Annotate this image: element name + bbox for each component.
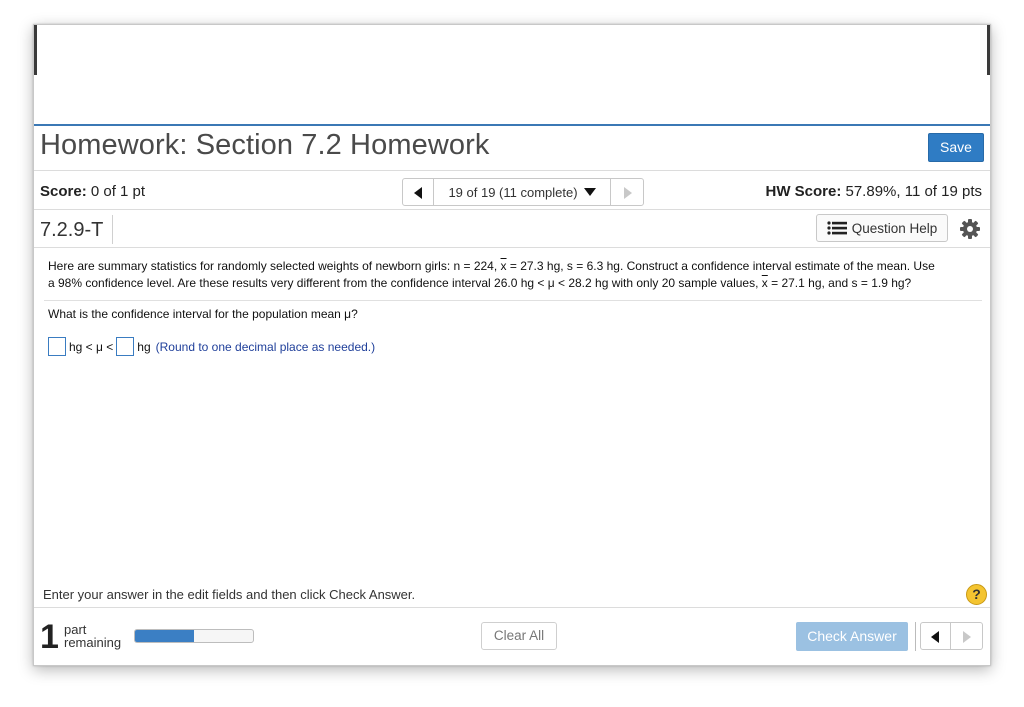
question-help-label: Question Help <box>851 220 938 236</box>
answer-middle-text: hg < μ < <box>69 339 114 354</box>
footer-previous-button[interactable] <box>920 622 951 650</box>
question-select-dropdown[interactable]: 19 of 19 (11 complete) <box>434 178 610 206</box>
score-label: Score: <box>40 183 87 200</box>
footer-separator <box>915 622 916 651</box>
question-text-part: = 27.1 hg, and s = 1.9 hg? <box>767 276 912 290</box>
clear-all-button[interactable]: Clear All <box>481 622 557 650</box>
save-button[interactable]: Save <box>928 133 984 162</box>
rounding-hint: (Round to one decimal place as needed.) <box>155 339 376 354</box>
progress-fill <box>135 630 194 642</box>
remaining-word: remaining <box>64 635 122 650</box>
hw-score-label: HW Score: <box>765 183 842 200</box>
parts-remaining-label: part remaining <box>64 623 121 649</box>
progress-bar <box>134 629 254 643</box>
divider <box>34 209 990 210</box>
question-text-part: Here are summary statistics for randomly… <box>48 259 501 273</box>
page-title: Homework: Section 7.2 Homework <box>40 129 490 161</box>
question-id-separator <box>112 215 113 244</box>
question-id: 7.2.9-T <box>40 219 104 241</box>
gear-icon[interactable] <box>959 218 981 240</box>
hw-score-value: 57.89%, 11 of 19 pts <box>845 183 983 200</box>
parts-remaining-count: 1 <box>40 618 59 656</box>
footer-next-button[interactable] <box>951 622 983 650</box>
divider <box>34 607 990 608</box>
list-icon <box>827 221 847 235</box>
help-question-icon[interactable]: ? <box>966 584 987 605</box>
question-text-part: a 98% confidence level. Are these result… <box>48 276 762 290</box>
instruction-text: Enter your answer in the edit fields and… <box>43 587 416 602</box>
answer-unit-text: hg <box>137 339 151 354</box>
score-value: 0 of 1 pt <box>90 183 146 200</box>
question-line-1: Here are summary statistics for randomly… <box>48 258 976 275</box>
homework-window: Homework: Section 7.2 Homework Save Scor… <box>33 24 991 666</box>
check-answer-button[interactable]: Check Answer <box>796 622 908 651</box>
upper-bound-input[interactable] <box>116 337 135 356</box>
question-line-2: a 98% confidence level. Are these result… <box>48 275 976 292</box>
question-help-button[interactable]: Question Help <box>816 214 948 242</box>
caret-down-icon <box>583 188 596 196</box>
question-position: 19 of 19 (11 complete) <box>448 184 578 200</box>
question-text: Here are summary statistics for randomly… <box>48 258 976 292</box>
score: Score: 0 of 1 pt <box>40 183 145 200</box>
divider <box>34 247 990 248</box>
divider <box>34 170 990 171</box>
next-question-button[interactable] <box>610 178 644 206</box>
question-prompt: What is the confidence interval for the … <box>48 307 358 321</box>
previous-question-button[interactable] <box>402 178 434 206</box>
hw-score: HW Score: 57.89%, 11 of 19 pts <box>765 183 982 200</box>
lower-bound-input[interactable] <box>48 337 66 356</box>
question-divider <box>44 300 982 301</box>
window-edge-left <box>34 25 37 75</box>
question-text-part: = 27.3 hg, s = 6.3 hg. Construct a confi… <box>506 259 935 273</box>
window-edge-right <box>987 25 990 75</box>
answer-row: hg < μ < hg (Round to one decimal place … <box>48 337 375 356</box>
header-rule <box>34 124 990 126</box>
question-navigator: 19 of 19 (11 complete) <box>402 178 644 206</box>
